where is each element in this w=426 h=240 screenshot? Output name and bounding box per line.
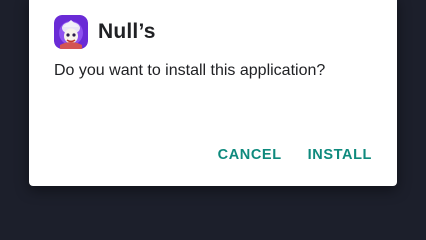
app-name: Null’s [98,20,156,43]
install-button[interactable]: INSTALL [308,147,372,163]
app-icon [54,15,88,49]
dialog-header: Null’s [54,15,156,49]
install-dialog: Null’s Do you want to install this appli… [29,0,397,186]
dialog-actions: CANCEL INSTALL [218,147,372,163]
cancel-button[interactable]: CANCEL [218,147,282,163]
install-prompt-message: Do you want to install this application? [54,62,326,79]
